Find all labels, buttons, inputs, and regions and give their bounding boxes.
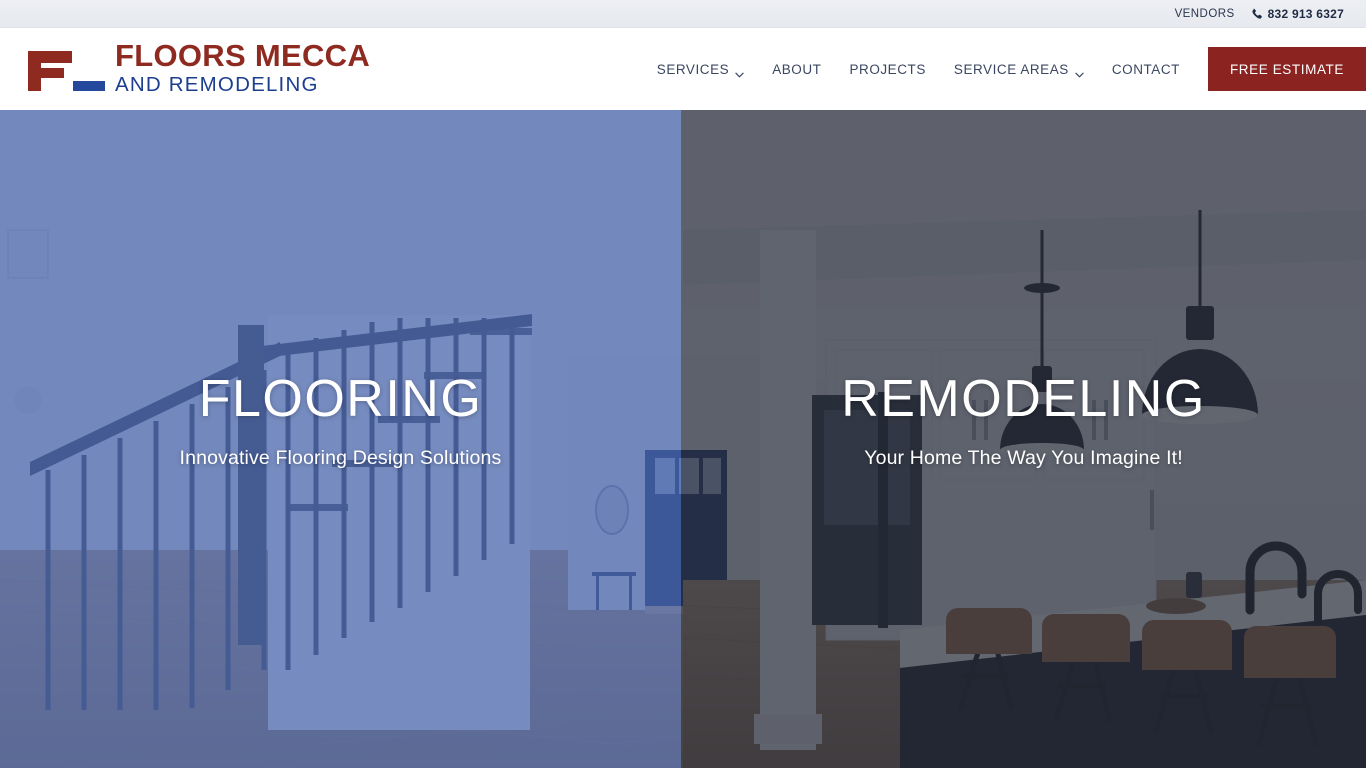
hero-panels: FLOORING Innovative Flooring Design Solu… [0,110,1366,768]
free-estimate-button[interactable]: FREE ESTIMATE [1207,47,1366,91]
nav-item-service-areas[interactable]: SERVICE AREAS [940,61,1098,78]
nav-item-projects[interactable]: PROJECTS [835,62,939,77]
site-header: FLOORS MECCA AND REMODELING SERVICES ABO… [0,28,1366,110]
site-logo[interactable]: FLOORS MECCA AND REMODELING [22,40,370,97]
phone-icon [1251,8,1263,20]
nav-label-service-areas: SERVICE AREAS [953,61,1069,77]
nav-label-contact: CONTACT [1111,61,1180,77]
nav-item-contact[interactable]: CONTACT [1098,62,1194,77]
nav-item-about[interactable]: ABOUT [758,62,835,77]
utility-bar: VENDORS 832 913 6327 [0,0,1366,28]
logo-wordmark: FLOORS MECCA AND REMODELING [115,40,370,97]
chevron-down-icon [735,66,744,78]
hero-section: FLOORING Innovative Flooring Design Solu… [0,110,1366,768]
nav-label-projects: PROJECTS [849,61,926,77]
hero-panel-flooring-content: FLOORING Innovative Flooring Design Solu… [0,373,681,470]
hero-flooring-title: FLOORING [198,369,483,428]
floors-mecca-f-mark-icon [22,47,106,91]
hero-panel-remodeling[interactable]: REMODELING Your Home The Way You Imagine… [681,110,1366,768]
vendors-link[interactable]: VENDORS [1175,8,1235,20]
primary-navigation: SERVICES ABOUT PROJECTS SERVICE AREAS CO… [643,28,1366,110]
nav-label-about: ABOUT [772,61,822,77]
chevron-down-icon [1075,66,1084,78]
phone-number: 832 913 6327 [1267,6,1344,21]
logo-name-secondary: AND REMODELING [115,72,319,96]
hero-remodeling-title: REMODELING [841,369,1206,428]
nav-label-services: SERVICES [656,61,730,77]
logo-name-primary: FLOORS MECCA [115,38,371,74]
nav-item-services[interactable]: SERVICES [643,61,758,78]
hero-flooring-subtitle: Innovative Flooring Design Solutions [179,446,502,469]
phone-link[interactable]: 832 913 6327 [1251,7,1344,21]
hero-panel-flooring[interactable]: FLOORING Innovative Flooring Design Solu… [0,110,681,768]
hero-panel-remodeling-content: REMODELING Your Home The Way You Imagine… [681,373,1366,470]
hero-remodeling-subtitle: Your Home The Way You Imagine It! [864,446,1183,469]
utility-bar-links: VENDORS 832 913 6327 [1175,7,1344,21]
